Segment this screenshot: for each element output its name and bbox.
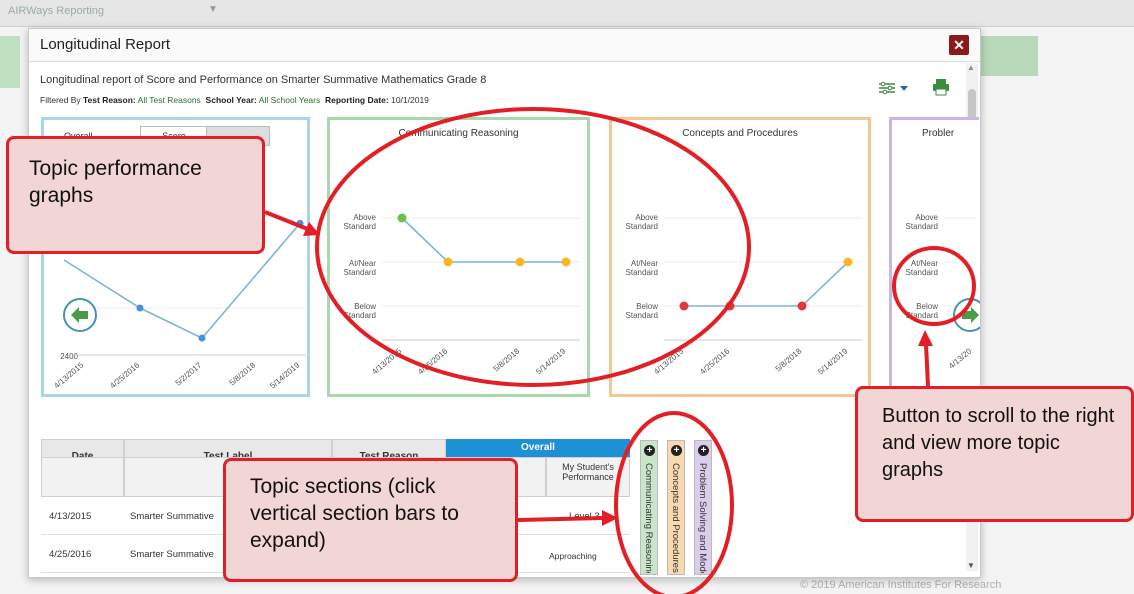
data-point: [296, 219, 304, 227]
modal-title: Longitudinal Report: [40, 36, 171, 53]
chevron-down-icon: ▼: [208, 4, 218, 15]
callout-topic-graphs: Topic performance graphs: [6, 136, 265, 254]
x-tick-label: 4/13/20: [947, 346, 974, 370]
x-tick-label: 5/8/2018: [228, 360, 258, 387]
display-options-button[interactable]: [877, 79, 913, 97]
data-point: [443, 257, 453, 267]
callout-text: Topic sections (click vertical section b…: [250, 475, 459, 552]
row-date: 4/25/2016: [49, 549, 92, 560]
data-point: [136, 304, 144, 312]
row-test-label: Smarter Summative: [130, 511, 214, 522]
column-header-overall: Overall: [446, 439, 630, 457]
reporting-date-label: Reporting Date:: [324, 95, 389, 105]
close-button[interactable]: ✕: [949, 35, 969, 55]
problem-solving-card: Probler Above Standard At/Near Standard …: [889, 117, 979, 397]
x-tick-label: 4/13/2015: [52, 360, 85, 390]
section-bar-concepts-procedures[interactable]: + Concepts and Procedures: [667, 440, 685, 575]
background-panel: [978, 36, 1038, 76]
x-tick-label: 5/14/2019: [268, 360, 301, 390]
section-label: Communicating Reasoning: [643, 463, 654, 573]
reporting-date-value: 10/1/2019: [391, 95, 429, 105]
close-icon: ✕: [953, 37, 965, 53]
x-tick-label: 5/14/2019: [816, 346, 849, 376]
x-tick-label: 5/8/2018: [774, 346, 804, 373]
row-performance: Approaching: [549, 551, 597, 561]
filter-line: Filtered By Test Reason: All Test Reason…: [40, 95, 429, 105]
series-line: [684, 261, 849, 307]
column-header-my-students-performance: My Student's Performance: [546, 457, 630, 497]
copyright: © 2019 American Institutes For Research: [800, 579, 1002, 591]
x-tick-label: 5/8/2018: [492, 346, 522, 373]
filter-prefix: Filtered By: [40, 95, 81, 105]
sliders-icon: [879, 81, 908, 95]
arrow-left-icon: [71, 307, 88, 323]
data-point: [198, 334, 206, 342]
communicating-chart: 4/13/2015 4/25/2016 5/8/2018 5/14/2019: [370, 213, 580, 376]
expand-icon: +: [644, 445, 655, 456]
data-point: [561, 257, 571, 267]
data-point: [797, 301, 807, 311]
concepts-procedures-card: Concepts and Procedures Above Standard A…: [609, 117, 871, 397]
report-title: Longitudinal report of Score and Perform…: [40, 74, 487, 86]
callout-text: Topic performance graphs: [29, 157, 202, 207]
data-point: [397, 213, 407, 223]
section-bar-communicating-reasoning[interactable]: + Communicating Reasoning: [640, 440, 658, 575]
problem-chart: 4/13/20: [944, 217, 976, 371]
row-performance: Level 3: [569, 511, 600, 522]
header-filler: [41, 457, 124, 497]
x-tick-label: 5/14/2019: [534, 346, 567, 376]
data-point: [679, 301, 689, 311]
scroll-right-button[interactable]: [953, 298, 980, 332]
section-label: Concepts and Procedures: [670, 463, 681, 573]
expand-icon: +: [671, 445, 682, 456]
school-year-label: School Year:: [205, 95, 257, 105]
scroll-down-icon[interactable]: ▼: [967, 561, 975, 570]
section-label: Problem Solving and Modeling: [697, 463, 708, 573]
x-tick-label: 4/13/2015: [370, 346, 403, 376]
school-year-value: All School Years: [258, 95, 321, 105]
concepts-chart: 4/13/2015 4/25/2016 5/8/2018 5/14/2019: [652, 217, 862, 376]
scroll-up-icon[interactable]: ▲: [967, 63, 975, 72]
section-bar-problem-solving[interactable]: + Problem Solving and Modeling: [694, 440, 712, 575]
data-point: [843, 257, 853, 267]
x-tick-label: 4/13/2015: [652, 346, 685, 376]
data-point: [515, 257, 525, 267]
x-tick-label: 4/25/2016: [108, 360, 141, 390]
background-topbar: AIRWays Reporting ▼: [0, 0, 1134, 27]
x-tick-label: 5/2/2017: [174, 360, 204, 387]
row-date: 4/13/2015: [49, 511, 92, 522]
test-reason-value: All Test Reasons: [137, 95, 201, 105]
print-icon: [933, 79, 949, 96]
background-sidebar: [0, 36, 20, 88]
data-point: [725, 301, 735, 311]
series-line: [401, 217, 566, 263]
x-tick-label: 4/25/2016: [416, 346, 449, 376]
print-button[interactable]: [932, 77, 950, 97]
arrow-right-icon: [962, 307, 979, 323]
callout-topic-sections: Topic sections (click vertical section b…: [223, 458, 518, 582]
callout-text: Button to scroll to the right and view m…: [882, 405, 1115, 481]
callout-scroll-button: Button to scroll to the right and view m…: [855, 386, 1134, 522]
expand-icon: +: [698, 445, 709, 456]
scroll-left-button[interactable]: [63, 298, 97, 332]
communicating-reasoning-card: Communicating Reasoning Above Standard A…: [327, 117, 590, 397]
test-reason-label: Test Reason:: [83, 95, 136, 105]
app-title: AIRWays Reporting: [8, 5, 104, 17]
modal-header: Longitudinal Report ✕: [29, 29, 980, 62]
x-tick-label: 4/25/2016: [698, 346, 731, 376]
row-test-label: Smarter Summative: [130, 549, 214, 560]
